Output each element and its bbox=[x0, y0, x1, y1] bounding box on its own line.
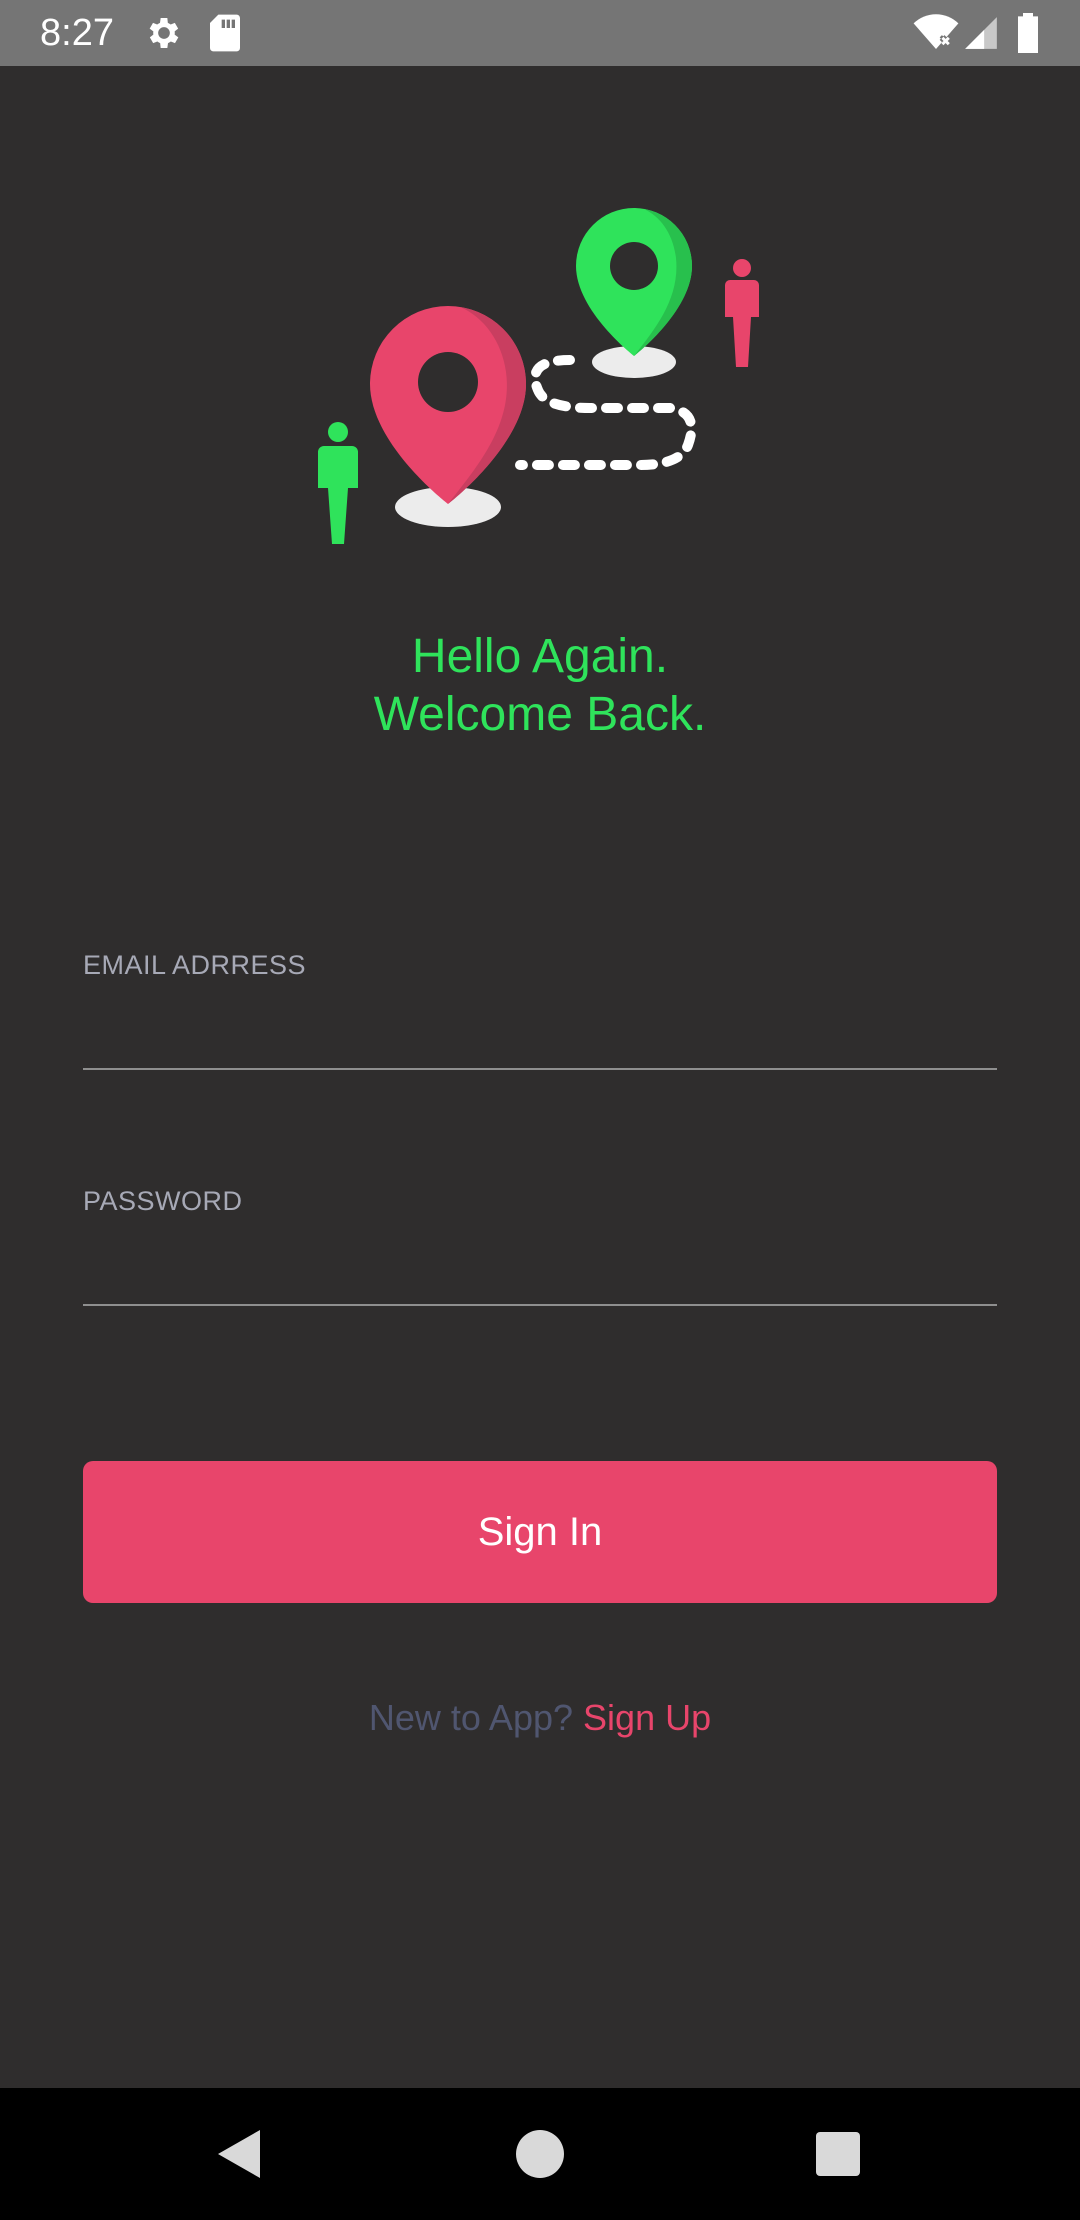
status-time: 8:27 bbox=[40, 12, 114, 54]
wifi-icon bbox=[913, 14, 959, 49]
status-bar: 8:27 bbox=[0, 0, 1080, 66]
signup-prompt-line: New to App? Sign Up bbox=[0, 1696, 1080, 1740]
dotted-route bbox=[515, 355, 697, 470]
welcome-heading: Hello Again. Welcome Back. bbox=[0, 628, 1080, 744]
password-input[interactable] bbox=[83, 1218, 997, 1306]
back-icon[interactable] bbox=[212, 2126, 264, 2182]
password-label: PASSWORD bbox=[83, 1186, 243, 1216]
location-pin-pink bbox=[370, 306, 526, 504]
gear-icon bbox=[149, 18, 179, 48]
email-input[interactable] bbox=[83, 982, 997, 1070]
person-green bbox=[318, 422, 358, 544]
password-field-group: PASSWORD bbox=[83, 1184, 997, 1306]
welcome-line-2: Welcome Back. bbox=[373, 688, 707, 741]
hero-illustration bbox=[318, 208, 759, 544]
welcome-line-1: Hello Again. bbox=[411, 630, 669, 683]
signal-icon bbox=[965, 17, 997, 49]
recents-icon[interactable] bbox=[816, 2132, 860, 2176]
navigation-bar bbox=[0, 2088, 1080, 2220]
signup-prompt: New to App? bbox=[368, 1697, 574, 1738]
email-field-group: EMAIL ADRRESS bbox=[83, 948, 997, 1070]
home-icon[interactable] bbox=[516, 2130, 564, 2178]
email-label: EMAIL ADRRESS bbox=[83, 950, 307, 980]
location-pin-green bbox=[576, 208, 692, 356]
battery-icon bbox=[1018, 13, 1038, 53]
sign-in-button[interactable]: Sign In bbox=[83, 1461, 997, 1603]
sign-up-link[interactable]: Sign Up bbox=[583, 1697, 711, 1738]
person-pink bbox=[725, 259, 759, 367]
sd-card-icon bbox=[210, 14, 240, 52]
